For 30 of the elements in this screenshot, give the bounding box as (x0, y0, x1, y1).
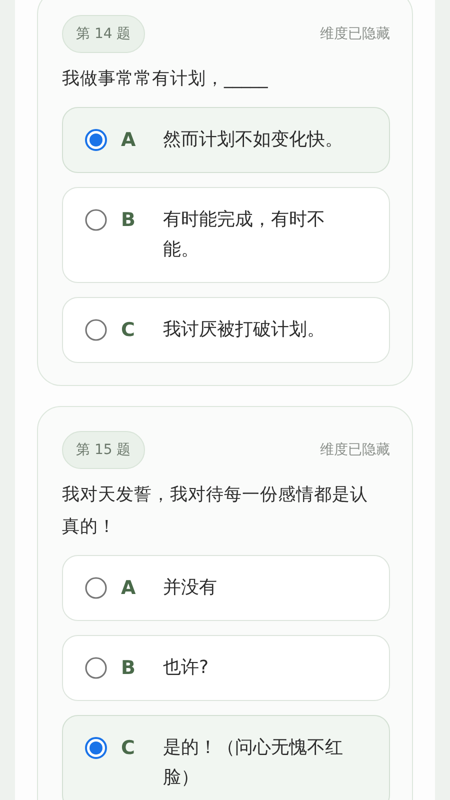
question-text: 我做事常常有计划，_____ (62, 68, 269, 91)
dimension-hidden-label: 维度已隐藏 (320, 25, 390, 43)
option-letter: C (120, 318, 136, 343)
answer-option[interactable]: B 有时能完成，有时不能。 (62, 187, 390, 283)
radio-button[interactable] (85, 319, 107, 341)
option-text: 然而计划不如变化快。 (163, 128, 344, 152)
radio-button[interactable] (85, 209, 107, 231)
answer-option[interactable]: A 然而计划不如变化快。 (62, 107, 390, 173)
answer-option[interactable]: A 并没有 (62, 555, 390, 621)
option-text: 并没有 (163, 576, 218, 600)
answer-option[interactable]: B 也许? (62, 635, 390, 701)
dimension-hidden-label: 维度已隐藏 (320, 441, 390, 459)
option-letter: A (120, 576, 137, 601)
option-text: 有时能完成，有时不能。 (163, 208, 326, 262)
option-letter: B (120, 208, 136, 233)
option-text: 我讨厌被打破计划。 (163, 318, 326, 342)
answer-option[interactable]: C 是的！（问心无愧不红脸） (62, 715, 390, 800)
question-number-badge: 第 14 题 (62, 15, 145, 53)
question-number-badge: 第 15 题 (62, 431, 145, 469)
option-text: 是的！（问心无愧不红脸） (163, 736, 344, 790)
radio-button[interactable] (85, 657, 107, 679)
radio-button[interactable] (85, 737, 107, 759)
option-letter: A (120, 128, 137, 153)
option-letter: B (120, 656, 136, 681)
option-text: 也许? (163, 656, 210, 680)
radio-button[interactable] (85, 129, 107, 151)
radio-button[interactable] (85, 577, 107, 599)
answer-option[interactable]: C 我讨厌被打破计划。 (62, 297, 390, 363)
option-letter: C (120, 736, 136, 761)
question-text: 我对天发誓，我对待每一份感情都是认真的！ (62, 484, 369, 539)
